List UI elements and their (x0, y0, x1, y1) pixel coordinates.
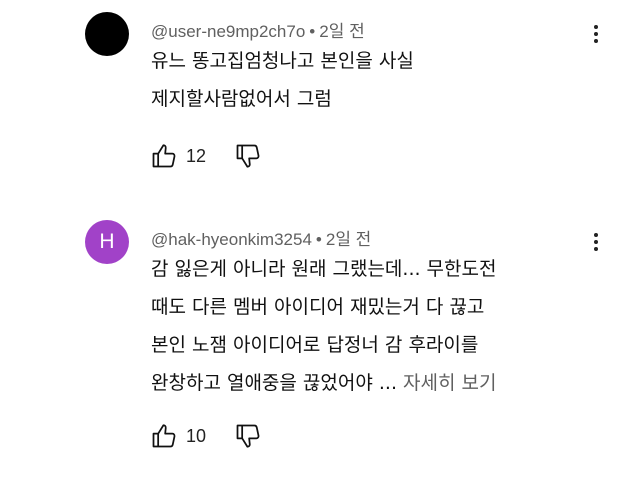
like-count: 12 (186, 145, 207, 166)
comment-author[interactable]: @user-ne9mp2ch7o (151, 22, 305, 41)
comment-text: 감 잃은게 아니라 원래 그랬는데... 무한도전 때도 다른 멤버 아이디어 … (151, 250, 497, 402)
comment-line: 제지할사람없어서 그럼 (151, 88, 332, 110)
comment-line: 감 잃은게 아니라 원래 그랬는데... 무한도전 (151, 258, 497, 280)
comment-line: 유느 똥고집엄청나고 본인을 사실 (151, 50, 414, 72)
like-count: 10 (186, 425, 207, 446)
comment-line: 완창하고 열애중을 끊었어야 ... 자세히 보기 (151, 364, 497, 402)
comment-actions: 12 (150, 142, 262, 170)
comment-meta: @hak-hyeonkim3254 • 2일 전 (151, 225, 371, 250)
read-more-link[interactable]: 자세히 보기 (403, 372, 496, 394)
thumbs-down-icon[interactable] (234, 422, 262, 450)
avatar-letter: H (99, 230, 115, 253)
comment-meta: @user-ne9mp2ch7o • 2일 전 (151, 17, 365, 42)
more-vert-icon[interactable] (588, 228, 604, 256)
comment-time[interactable]: 2일 전 (326, 230, 371, 249)
avatar[interactable] (85, 12, 129, 56)
comment-actions: 10 (150, 422, 262, 450)
comment-text: 유느 똥고집엄청나고 본인을 사실 제지할사람없어서 그럼 (151, 42, 414, 118)
more-vert-icon[interactable] (588, 20, 604, 48)
meta-separator: • (315, 230, 322, 249)
comment-time[interactable]: 2일 전 (319, 22, 364, 41)
avatar[interactable]: H (85, 220, 129, 264)
comment-line-text: 완창하고 열애중을 끊었어야 ... (151, 372, 404, 394)
thumbs-up-icon[interactable] (150, 142, 178, 170)
thumbs-up-icon[interactable] (150, 422, 178, 450)
meta-separator: • (309, 22, 316, 41)
comment-line: 때도 다른 멤버 아이디어 재밌는거 다 끊고 (151, 296, 485, 318)
comment-line: 본인 노잼 아이디어로 답정너 감 후라이를 (151, 334, 479, 356)
comment-author[interactable]: @hak-hyeonkim3254 (151, 230, 312, 249)
thumbs-down-icon[interactable] (234, 142, 262, 170)
